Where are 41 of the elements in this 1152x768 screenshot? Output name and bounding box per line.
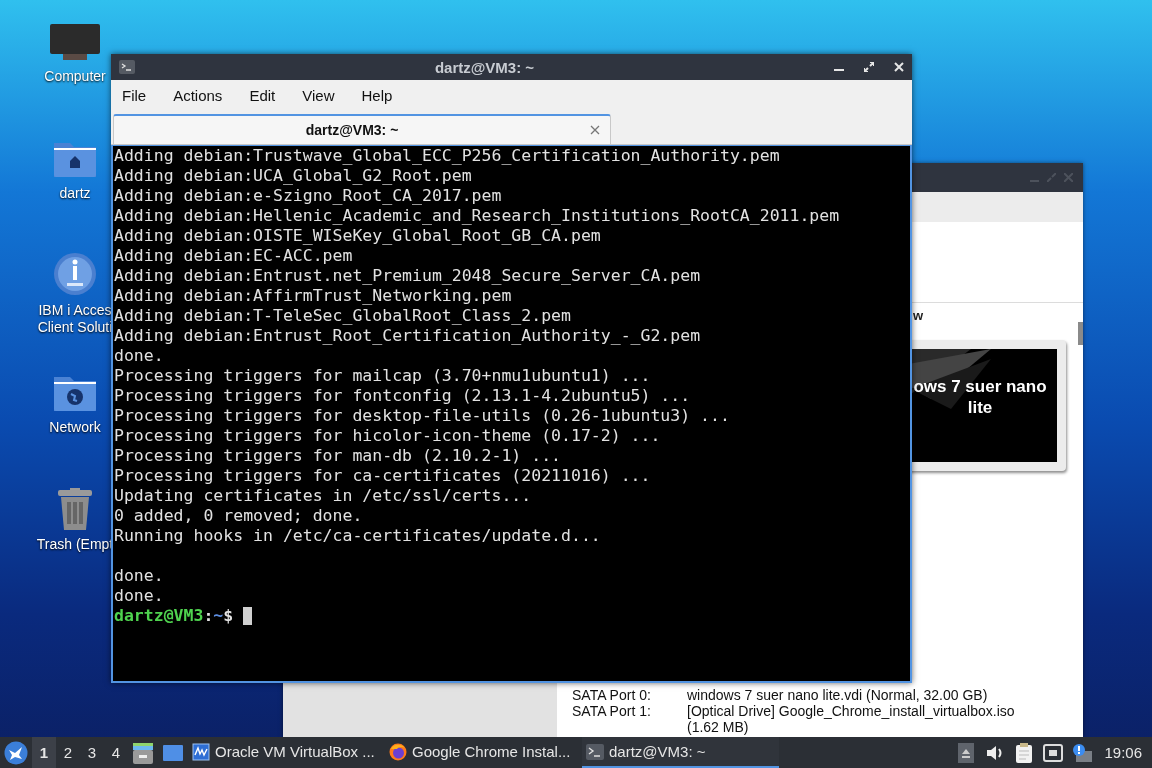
clock[interactable]: 19:06 <box>1096 744 1152 761</box>
storage-value: windows 7 suer nano lite.vdi (Normal, 32.00 GB) <box>687 687 989 703</box>
browser-icon <box>389 742 407 761</box>
preview-heading: w <box>913 308 924 323</box>
window-title: dartz@VM3: ~ <box>433 58 536 76</box>
icon-label[interactable]: dartz <box>59 185 91 202</box>
menu-item[interactable]: View <box>295 86 342 106</box>
storage-label: SATA Port 1: <box>572 703 652 721</box>
preview-text: ows 7 suer nano lite <box>912 376 1048 418</box>
icon-label[interactable]: Client Soluti <box>37 319 113 336</box>
workspace-button[interactable]: 4 <box>104 737 128 768</box>
menu-item[interactable]: Actions <box>166 86 230 106</box>
icon-label[interactable]: Network <box>49 419 101 436</box>
start-menu-icon[interactable] <box>4 740 28 765</box>
workspace-button[interactable]: 2 <box>56 737 80 768</box>
menu-item[interactable]: Edit <box>242 86 283 106</box>
file-cabinet-icon[interactable] <box>132 741 154 764</box>
monitor-icon <box>47 24 103 62</box>
info-globe-icon <box>53 252 97 296</box>
workspace-button[interactable]: 1 <box>32 737 56 768</box>
taskbar-button[interactable]: dartz@VM3: ~ <box>582 737 779 768</box>
storage-label: SATA Port 0: <box>572 687 652 703</box>
workspace-button[interactable]: 3 <box>80 737 104 768</box>
taskbar-button[interactable]: Google Chrome Instal... <box>385 737 582 768</box>
storage-value: [Optical Drive] Google_Chrome_install_virtualbox.iso (1.62 MB) <box>687 703 1016 735</box>
volume-icon[interactable] <box>985 744 1004 761</box>
monitor-wave-icon <box>192 742 210 761</box>
network-icon[interactable] <box>1042 743 1063 762</box>
clipboard-icon[interactable] <box>1014 742 1033 763</box>
menu-item[interactable]: Help <box>354 86 400 106</box>
icon-label[interactable]: IBM i Acces <box>38 302 112 319</box>
scrollbar-thumb[interactable] <box>1078 322 1083 345</box>
terminal-icon <box>119 60 135 74</box>
trash-icon <box>55 488 95 530</box>
menu-item[interactable]: File <box>115 86 154 106</box>
notification-icon[interactable] <box>1071 742 1092 763</box>
taskbar-button[interactable]: Oracle VM VirtualBox ... <box>188 737 385 768</box>
terminal-tab[interactable]: dartz@VM3: ~ <box>113 114 611 144</box>
terminal-output[interactable]: Adding debian:Trustwave_Global_ECC_P256_Certification_Authority.pem Adding debian:UCA_Global_G2_Root.pem Adding debian:e-Szigno_Root_CA_2017.pem Adding debian:Hellenic_Academic_and_Research_Institutions_RootCA_2011.pem Adding debian:OISTE_WISeKey_Global_Root_GB_CA.pem Adding debian:EC-ACC.pem Adding debian:Entrust.net_Premium_2048_Secure_Server_CA.pem Adding debian:AffirmTrust_Networking.pem Adding debian:T-TeleSec_GlobalRoot_Class_2.pem Adding debian:Entrust_Root_Certification_Authority_-_G2.pem done. Processing triggers for mailcap (3.70+nmu1ubuntu1) ... Processing triggers for fontconfig (2.13.1-4.2ubuntu5) ... Processing triggers for desktop-file-utils (0.26-1ubuntu3) ... Processing triggers for hicolor-icon-theme (0.17-2) ... Processing triggers for man-db (2.10.2-1) ... Processing triggers for ca-certificates (20211016) ... Updating certificates in /etc/ssl/certs... 0 added, 0 removed; done. Running hooks in /etc/ca-certificates/update.d... done. done. dartz@VM3:~$ <box>111 145 912 683</box>
desktop-icon[interactable] <box>162 743 184 762</box>
terminal-icon <box>586 743 604 760</box>
